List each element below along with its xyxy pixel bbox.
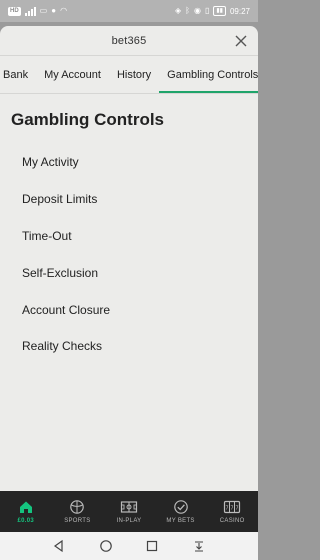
home-icon <box>19 501 32 513</box>
back-button[interactable] <box>52 539 66 553</box>
close-button[interactable] <box>232 32 250 50</box>
close-icon <box>235 35 247 47</box>
bluetooth-icon: ᛒ <box>185 6 190 15</box>
menu-item-my-activity[interactable]: My Activity <box>11 144 247 181</box>
tab-my-account[interactable]: My Account <box>36 56 109 93</box>
menu-item-self-exclusion[interactable]: Self-Exclusion <box>11 254 247 291</box>
tab-label: History <box>116 68 152 81</box>
sports-ball-icon <box>70 500 85 514</box>
tab-label: Bank <box>3 68 29 81</box>
pull-down-icon <box>194 541 203 552</box>
svg-text:7: 7 <box>226 506 229 512</box>
status-right: ◈ ᛒ ◉ ▯ ▮▮ 09:27 <box>175 6 250 16</box>
status-left: HD ▭ ● ◠ <box>8 6 68 16</box>
wifi-icon: ◠ <box>60 6 68 15</box>
tab-label: My Account <box>44 68 101 81</box>
nav-label: SPORTS <box>64 518 91 524</box>
nav-label: IN-PLAY <box>116 518 142 524</box>
account-sheet: bet365 Bank My Account History Gambling … <box>0 26 258 491</box>
hd-badge: HD <box>8 6 21 16</box>
bottom-nav: £0.03 SPORTS IN-PLAY MY BETS 777 CASINO <box>0 491 258 532</box>
svg-text:7: 7 <box>231 506 234 512</box>
menu-item-deposit-limits[interactable]: Deposit Limits <box>11 181 247 218</box>
nav-label: £0.03 <box>17 518 35 524</box>
status-bar: HD ▭ ● ◠ ◈ ᛒ ◉ ▯ ▮▮ 09:27 <box>0 0 258 22</box>
recents-button[interactable] <box>145 539 159 553</box>
nav-item-casino[interactable]: 777 CASINO <box>206 491 258 532</box>
nav-item-sports[interactable]: SPORTS <box>52 491 104 532</box>
sim-icon: ▭ <box>39 6 48 15</box>
recents-square-icon <box>147 540 158 552</box>
nav-item-my-bets[interactable]: MY BETS <box>155 491 207 532</box>
brand-logo: bet365 <box>111 34 147 47</box>
main-content: Gambling Controls My Activity Deposit Li… <box>0 94 258 379</box>
in-play-pitch-icon <box>120 501 138 513</box>
nav-label: CASINO <box>219 518 245 524</box>
status-time: 09:27 <box>229 6 250 16</box>
battery-icon: ▮▮ <box>213 6 226 16</box>
nfc-icon: ◈ <box>175 6 182 15</box>
nav-item-in-play[interactable]: IN-PLAY <box>103 491 155 532</box>
slot-machine-icon: 777 <box>224 500 241 514</box>
page-title: Gambling Controls <box>11 110 164 129</box>
menu-item-account-closure[interactable]: Account Closure <box>11 291 247 328</box>
tab-history[interactable]: History <box>109 56 159 93</box>
account-tabs: Bank My Account History Gambling Control… <box>0 56 258 94</box>
vibrate-icon: ▯ <box>204 6 210 15</box>
tab-gambling-controls[interactable]: Gambling Controls <box>159 56 258 93</box>
location-icon: ◉ <box>193 6 201 15</box>
nav-label: MY BETS <box>166 518 195 524</box>
check-circle-icon <box>173 500 188 514</box>
notification-shade-button[interactable] <box>192 539 206 553</box>
tab-label: Gambling Controls <box>167 68 258 81</box>
back-triangle-icon <box>54 539 63 553</box>
menu-item-time-out[interactable]: Time-Out <box>11 218 247 255</box>
menu-item-reality-checks[interactable]: Reality Checks <box>11 328 247 365</box>
tab-bank[interactable]: Bank <box>0 56 36 93</box>
nav-item-balance[interactable]: £0.03 <box>0 491 52 532</box>
sheet-header: bet365 <box>0 26 258 56</box>
signal-icon <box>24 6 36 16</box>
home-circle-icon <box>99 540 112 552</box>
system-navigation-bar <box>0 532 258 560</box>
home-button[interactable] <box>99 539 113 553</box>
svg-text:7: 7 <box>236 506 239 512</box>
notification-icon: ● <box>51 6 57 15</box>
